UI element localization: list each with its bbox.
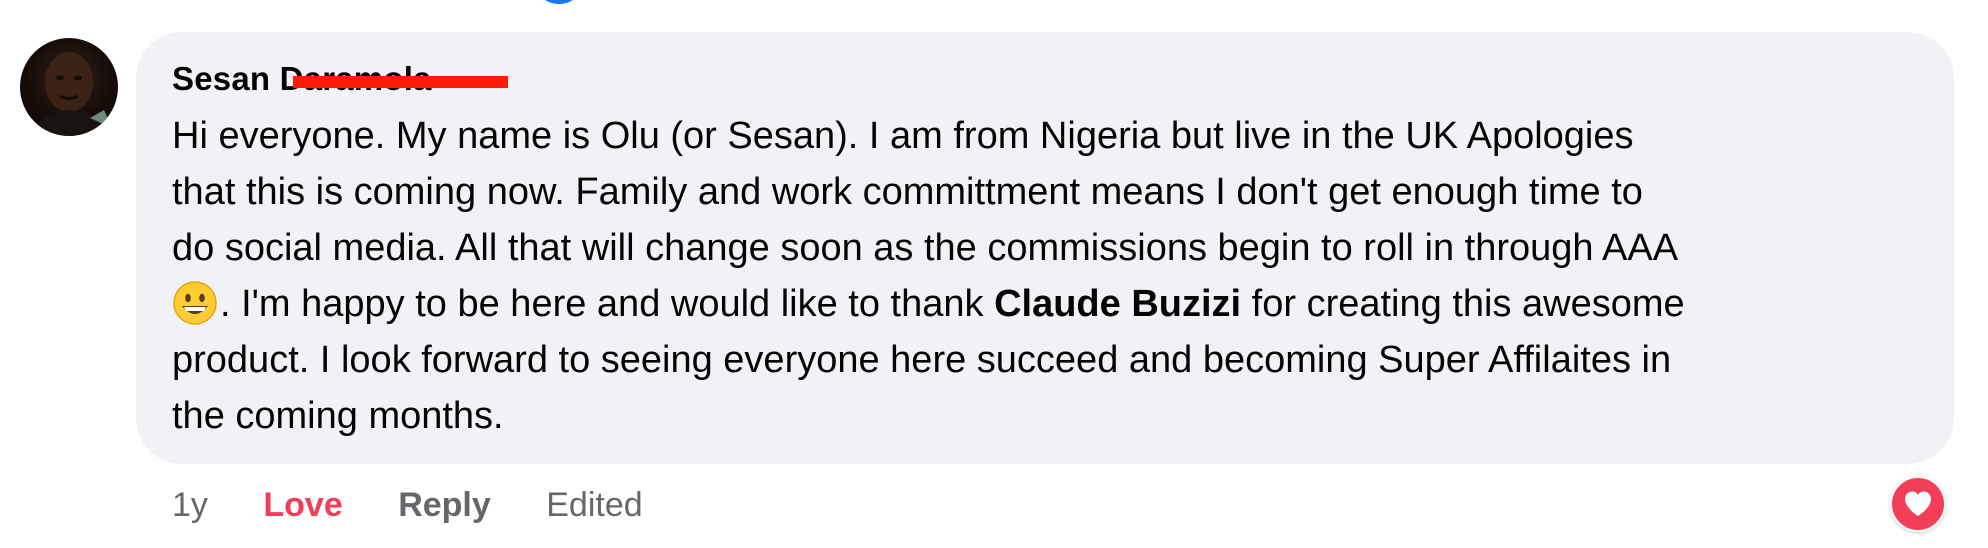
comment-line: the coming months. [172,395,504,437]
comment-body: Hi everyone. My name is Olu (or Sesan). … [172,108,1932,444]
comment-text-segment: . I'm happy to be here and would like to… [220,283,995,325]
comment-line: Hi everyone. My name is Olu (or Sesan). … [172,115,1634,157]
reply-button[interactable]: Reply [398,486,491,525]
comment-line-with-mention: . I'm happy to be here and would like to… [172,276,1932,332]
avatar-photo-icon [30,52,112,136]
heart-icon [1905,491,1931,516]
mention-link[interactable]: Claude Buzizi [994,283,1241,325]
comment-line: do social media. All that will change so… [172,227,1679,269]
comment-bubble: Sesan Daramola Hi everyone. My name is O… [136,32,1954,464]
comment-timestamp[interactable]: 1y [172,486,208,525]
author-first-name[interactable]: Sesan [172,60,270,97]
reaction-badge[interactable] [1890,476,1946,532]
love-button[interactable]: Love [263,486,342,525]
comment-actions: 1y Love Reply Edited [172,486,689,525]
avatar[interactable] [20,38,118,136]
grinning-face-emoji-icon [173,281,217,325]
previous-reaction-icon [540,0,578,4]
redaction-mark [293,76,508,88]
comment-line: product. I look forward to seeing everyo… [172,339,1672,381]
comment-text-segment: for creating this awesome [1241,283,1685,325]
comment-thread: Sesan Daramola Hi everyone. My name is O… [0,0,1988,548]
comment-line: that this is coming now. Family and work… [172,171,1643,213]
edited-label[interactable]: Edited [546,486,642,525]
